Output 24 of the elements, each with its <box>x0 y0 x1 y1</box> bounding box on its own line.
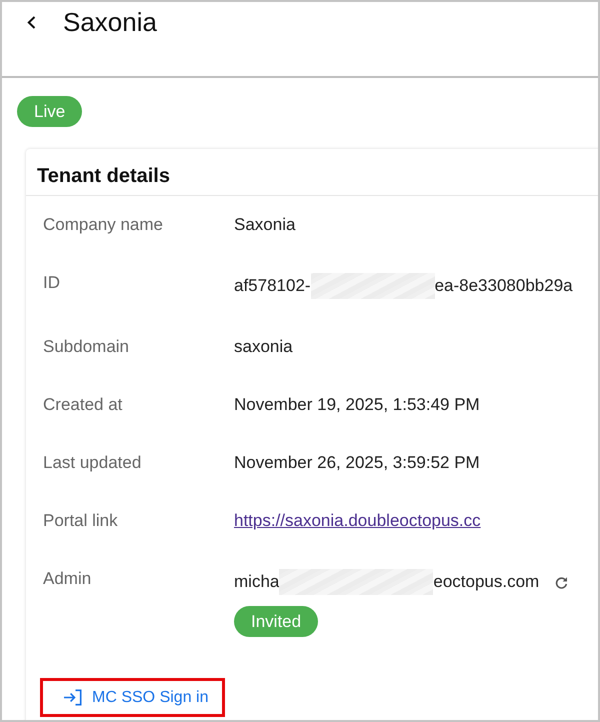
field-value: af578102- <box>234 276 311 296</box>
field-label: Subdomain <box>43 337 130 357</box>
field-value: ea-8e33080bb29a <box>434 276 573 296</box>
field-label: Created at <box>43 395 124 415</box>
field-value: eoctopus.com <box>433 572 540 592</box>
status-badge: Invited <box>234 606 318 637</box>
portal-link[interactable]: https://saxonia.doubleoctopus.cc <box>234 511 481 531</box>
field-value: saxonia <box>234 337 293 357</box>
page-title: Saxonia <box>63 6 157 38</box>
field-value: micha <box>234 572 280 592</box>
status-badge: Live <box>17 96 82 127</box>
field-value: Saxonia <box>234 215 296 235</box>
sign-in-icon <box>63 689 82 706</box>
back-icon <box>26 16 36 28</box>
field-label: Company name <box>43 215 164 235</box>
field-label: ID <box>43 273 61 294</box>
sso-sign-in-button[interactable]: MC SSO Sign in <box>40 678 225 717</box>
field-value: November 19, 2025, 1:53:49 PM <box>234 395 480 415</box>
field-label: Admin <box>43 569 92 590</box>
field-label: Portal link <box>43 511 119 531</box>
field-value: November 26, 2025, 3:59:52 PM <box>234 453 480 473</box>
field-label: Last updated <box>43 453 142 473</box>
refresh-icon[interactable] <box>555 576 568 588</box>
card-title: Tenant details <box>26 149 598 196</box>
